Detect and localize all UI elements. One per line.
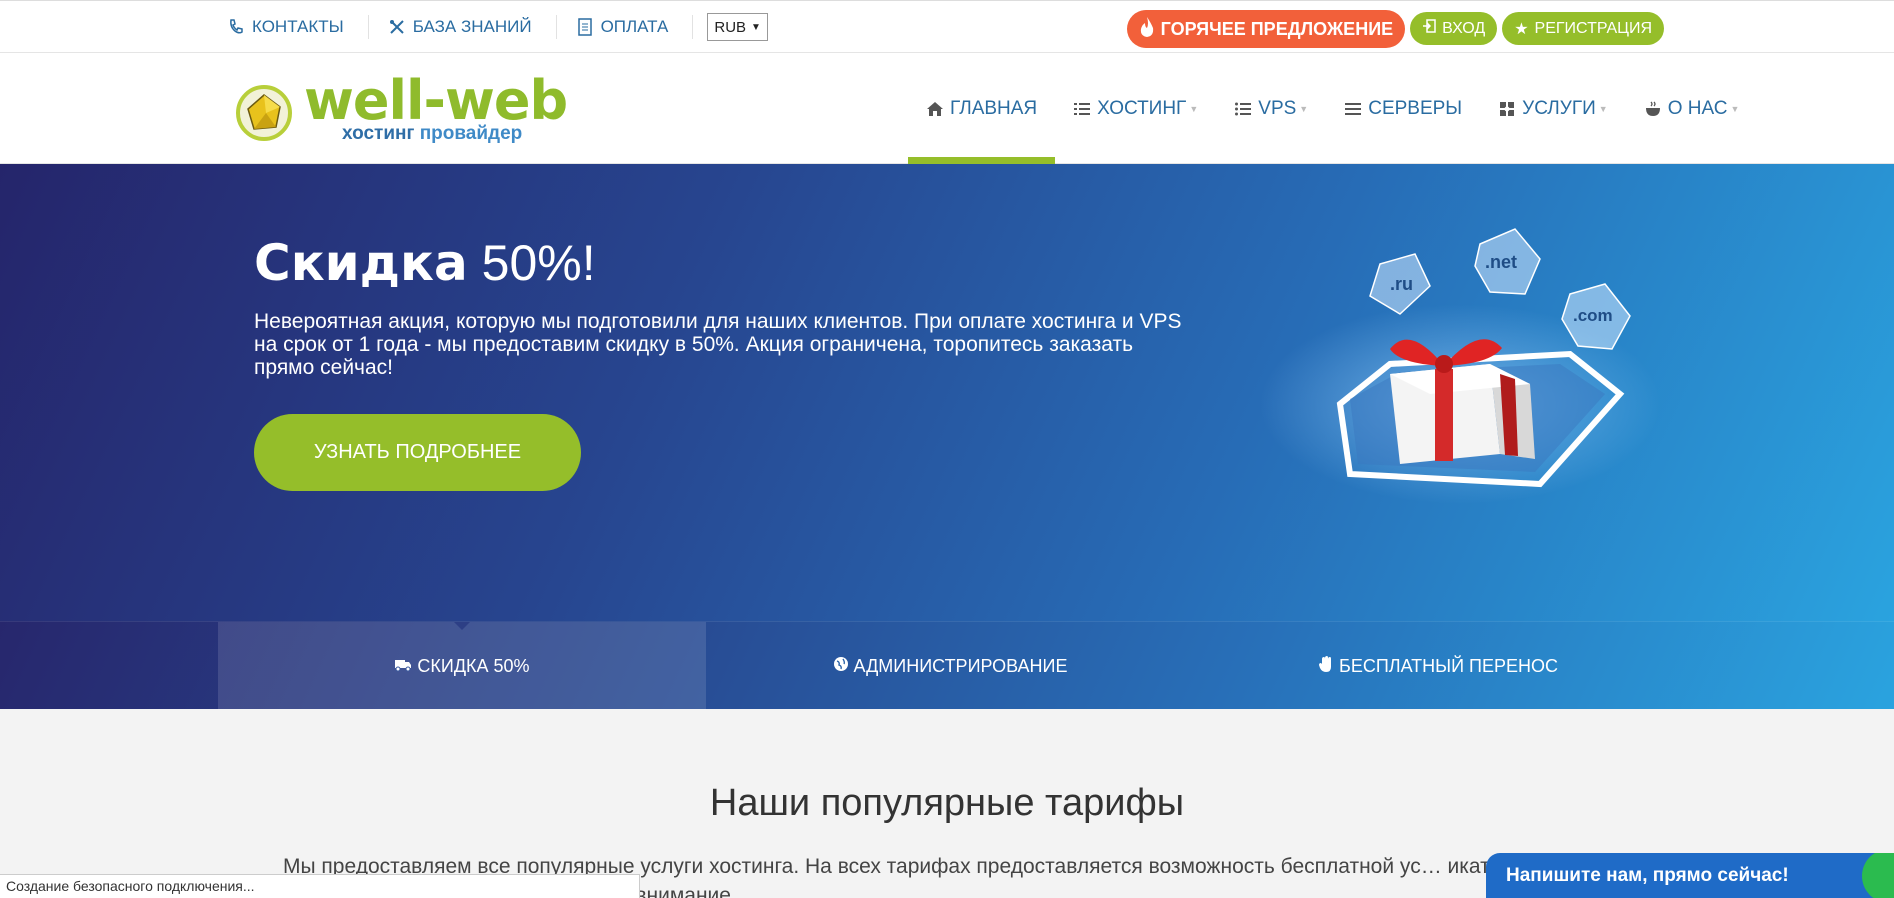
feature-tabs: Скидка 50% Администрирование Бесплатный … bbox=[0, 621, 1894, 710]
domain-die-net-label: .net bbox=[1485, 252, 1517, 272]
logo-tagline-1: хостинг bbox=[342, 123, 415, 144]
phone-icon bbox=[226, 17, 246, 37]
chevron-down-icon: ▼ bbox=[1299, 103, 1309, 114]
login-label: Вход bbox=[1442, 19, 1486, 37]
logo-tagline: хостинг провайдер bbox=[342, 123, 522, 145]
login-button[interactable]: Вход bbox=[1410, 12, 1498, 45]
document-icon bbox=[575, 17, 595, 37]
chat-widget[interactable]: Напишите нам, прямо сейчас! bbox=[1486, 853, 1894, 898]
currency-select[interactable]: RUB ▼ bbox=[707, 13, 768, 41]
domain-die-ru: .ru bbox=[1369, 253, 1431, 315]
section-title: Наши популярные тарифы bbox=[709, 782, 1185, 824]
nav-item-services[interactable]: Услуги ▼ bbox=[1480, 53, 1626, 164]
knowledge-base-link[interactable]: База знаний bbox=[387, 15, 557, 39]
chevron-down-icon: ▼ bbox=[1189, 103, 1199, 114]
logo-mark-icon bbox=[236, 85, 292, 141]
contacts-link[interactable]: Контакты bbox=[226, 15, 369, 39]
domain-die-ru-label: .ru bbox=[1390, 274, 1413, 294]
nav-label: Серверы bbox=[1368, 97, 1463, 119]
payment-label: Оплата bbox=[600, 17, 669, 36]
register-label: Регистрация bbox=[1534, 19, 1652, 37]
chevron-down-icon: ▼ bbox=[1598, 103, 1608, 114]
chat-status-dot bbox=[1862, 853, 1894, 898]
nav-label: Услуги bbox=[1522, 97, 1596, 119]
learn-more-button[interactable]: Узнать подробнее bbox=[254, 414, 581, 491]
list-icon bbox=[1234, 101, 1252, 117]
top-bar: Контакты База знаний Оплата RUB ▼ ГОРЯЧЕ… bbox=[0, 0, 1894, 53]
bars-icon bbox=[1344, 101, 1362, 117]
logo[interactable]: well-web хостинг провайдер bbox=[236, 69, 568, 147]
hero-title-light: 50%! bbox=[481, 235, 596, 291]
browser-status-bar: Создание безопасного подключения... bbox=[0, 874, 640, 898]
currency-value: RUB bbox=[714, 18, 747, 36]
star-icon: ★ bbox=[1514, 20, 1529, 38]
domain-die-net: .net bbox=[1474, 228, 1541, 295]
sign-in-icon bbox=[1422, 19, 1436, 38]
gift-illustration: .ru .net .com bbox=[1260, 228, 1660, 504]
chevron-down-icon: ▼ bbox=[1730, 103, 1740, 114]
chat-label: Напишите нам, прямо сейчас! bbox=[1506, 865, 1789, 886]
domain-die-com-label: .com bbox=[1573, 306, 1613, 325]
hero-banner: Скидка 50%! Невероятная акция, которую м… bbox=[0, 164, 1894, 621]
hero-title-bold: Скидка bbox=[254, 234, 468, 292]
top-links: Контакты База знаний Оплата RUB ▼ bbox=[226, 1, 768, 53]
logo-tagline-2: провайдер bbox=[419, 123, 523, 144]
tab-discount[interactable]: Скидка 50% bbox=[218, 622, 706, 710]
nav-item-vps[interactable]: VPS ▼ bbox=[1216, 53, 1326, 164]
tab-free-transfer[interactable]: Бесплатный перенос bbox=[1194, 622, 1682, 710]
main-nav: Главная Хостинг ▼ VPS ▼ Серверы bbox=[908, 53, 1757, 164]
tab-label: Администрирование bbox=[853, 655, 1068, 676]
truck-icon bbox=[394, 656, 412, 677]
globe-icon bbox=[833, 656, 849, 677]
register-button[interactable]: ★ Регистрация bbox=[1502, 12, 1664, 45]
nav-label: VPS bbox=[1258, 97, 1297, 119]
caret-down-icon: ▼ bbox=[751, 21, 761, 33]
contacts-label: Контакты bbox=[252, 17, 344, 36]
nav-label: О нас bbox=[1667, 97, 1728, 119]
fire-icon bbox=[1139, 16, 1155, 43]
puzzle-icon bbox=[1498, 100, 1516, 118]
nav-item-about[interactable]: О нас ▼ bbox=[1626, 53, 1758, 164]
hero-title: Скидка 50%! bbox=[254, 234, 596, 292]
tab-label: Скидка 50% bbox=[417, 655, 530, 676]
nav-label: Хостинг bbox=[1097, 97, 1187, 119]
hero-description: Невероятная акция, которую мы подготовил… bbox=[254, 310, 1182, 379]
knowledge-base-label: База знаний bbox=[412, 17, 532, 36]
list-icon bbox=[1073, 101, 1091, 117]
tab-label: Бесплатный перенос bbox=[1339, 655, 1558, 676]
main-header: well-web хостинг провайдер Главная Хости… bbox=[0, 53, 1894, 164]
home-icon bbox=[926, 101, 944, 117]
tab-administration[interactable]: Администрирование bbox=[706, 622, 1194, 710]
top-actions: ГОРЯЧЕЕ ПРЕДЛОЖЕНИЕ Вход ★ Регистрация bbox=[1126, 10, 1664, 48]
payment-link[interactable]: Оплата bbox=[575, 15, 694, 39]
nav-label: Главная bbox=[950, 97, 1038, 119]
hot-offer-label: ГОРЯЧЕЕ ПРЕДЛОЖЕНИЕ bbox=[1160, 18, 1394, 39]
coffee-icon bbox=[1644, 100, 1662, 118]
hot-offer-button[interactable]: ГОРЯЧЕЕ ПРЕДЛОЖЕНИЕ bbox=[1126, 10, 1406, 48]
nav-item-hosting[interactable]: Хостинг ▼ bbox=[1055, 53, 1216, 164]
nav-item-home[interactable]: Главная bbox=[908, 53, 1056, 164]
tools-icon bbox=[387, 17, 407, 37]
hand-icon bbox=[1318, 655, 1334, 678]
nav-item-servers[interactable]: Серверы bbox=[1326, 53, 1480, 164]
